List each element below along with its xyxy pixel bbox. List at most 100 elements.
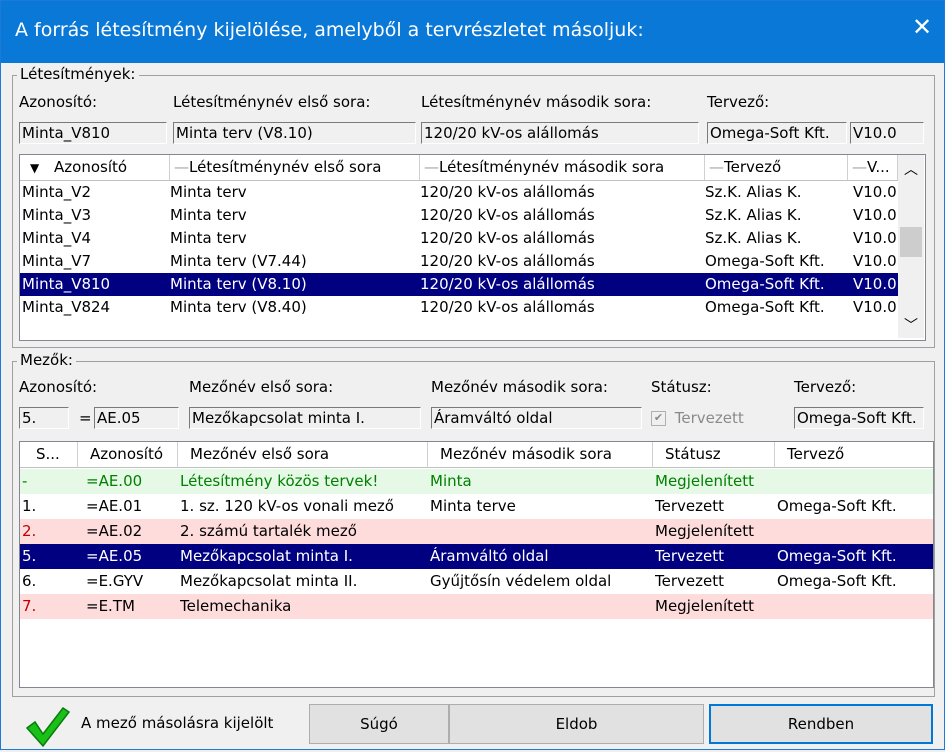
column-grip-icon: — — [424, 158, 439, 176]
facilities-col-name1[interactable]: —Létesítménynév első sora — [170, 155, 420, 181]
fields-col-name2-label: Mezőnév második sora — [440, 445, 612, 463]
field-cell — [777, 594, 929, 619]
facility-row[interactable]: Minta_V824 Minta terv (V8.40) 120/20 kV-os… — [20, 296, 898, 319]
facilities-col-version-label: V... — [867, 158, 890, 176]
help-button[interactable]: Súgó — [309, 704, 449, 744]
scroll-up-icon[interactable]: ︿ — [898, 159, 924, 179]
field-cell: - — [22, 472, 28, 490]
field-cell: =E.TM — [86, 597, 135, 615]
field-cell: =AE.00 — [86, 472, 143, 490]
facilities-group-label: Létesítmények: — [17, 65, 139, 83]
fields-col-id[interactable]: Azonosító — [78, 442, 178, 468]
fields-list[interactable]: S... Azonosító Mezőnév első sora Mezőnév… — [19, 441, 934, 688]
facility-row[interactable]: Minta_V7 Minta terv (V7.44) 120/20 kV-os a… — [20, 250, 898, 273]
fields-col-name1[interactable]: Mezőnév első sora — [178, 442, 428, 468]
field-cell: Minta — [430, 472, 472, 490]
facility-id-field[interactable]: Minta_V810 — [19, 122, 167, 144]
facility-cell: Minta_V4 — [22, 229, 91, 247]
facility-cell: V10.0 — [853, 252, 897, 270]
field-row[interactable]: 6. =E.GYV Mezőkapcsolat minta II. Gyűjtősín… — [20, 569, 933, 594]
facility-row[interactable]: Minta_V4 Minta terv 120/20 kV-os alállomás… — [20, 227, 898, 250]
column-grip-icon: — — [174, 158, 189, 176]
field-row[interactable]: 2. =AE.02 2. számú tartalék mező Megjelenít… — [20, 519, 933, 544]
field-status-label: Státusz: — [651, 378, 712, 396]
fields-col-status[interactable]: Státusz — [653, 442, 775, 468]
facilities-list[interactable]: ▼ Azonosító —Létesítménynév első sora —L… — [19, 154, 926, 341]
field-cell: Létesítmény közös tervek! — [180, 472, 379, 490]
dialog-title: A forrás létesítmény kijelölése, amelybő… — [15, 19, 644, 41]
field-name1-label: Mezőnév első sora: — [189, 378, 334, 396]
facility-cell: Minta terv — [170, 206, 247, 224]
facility-cell: V10.0 — [853, 275, 897, 293]
facility-designer-field[interactable]: Omega-Soft Kft. — [707, 122, 847, 144]
facilities-col-version[interactable]: —V... — [848, 155, 898, 181]
field-cell — [430, 594, 653, 619]
fields-col-designer[interactable]: Tervező — [775, 442, 933, 468]
facility-row[interactable]: Minta_V2 Minta terv 120/20 kV-os alállomás… — [20, 181, 898, 204]
facilities-col-designer[interactable]: —Tervező — [705, 155, 848, 181]
field-name1-field[interactable]: Mezőkapcsolat minta I. — [189, 407, 421, 429]
fields-col-id-label: Azonosító — [90, 445, 164, 463]
discard-button[interactable]: Eldob — [449, 704, 704, 744]
facility-cell: V10.0 — [853, 298, 897, 316]
field-cell: 1. — [22, 497, 37, 515]
facilities-col-name2[interactable]: —Létesítménynév második sora — [420, 155, 705, 181]
field-row[interactable]: 1. =AE.01 1. sz. 120 kV-os vonali mező Mint… — [20, 494, 933, 519]
ok-button[interactable]: Rendben — [709, 704, 933, 744]
field-code-field[interactable]: AE.05 — [94, 407, 179, 429]
field-cell: =E.GYV — [86, 572, 144, 590]
field-cell: Omega-Soft Kft. — [777, 547, 897, 565]
fields-col-name2[interactable]: Mezőnév második sora — [428, 442, 653, 468]
field-row[interactable]: - =AE.00 Létesítmény közös tervek! Minta Meg… — [20, 469, 933, 494]
field-status-value: Tervezett — [674, 409, 744, 427]
field-cell: Omega-Soft Kft. — [777, 572, 897, 590]
facility-cell: Minta terv (V8.40) — [170, 298, 307, 316]
facility-name2-field[interactable]: 120/20 kV-os alállomás — [421, 122, 699, 144]
facility-cell: V10.0 — [853, 229, 897, 247]
title-bar: A forrás létesítmény kijelölése, amelybő… — [1, 1, 944, 63]
field-cell — [777, 469, 929, 494]
facility-cell: Sz.K. Alias K. — [705, 206, 802, 224]
fields-col-s[interactable]: S... — [20, 442, 78, 468]
facilities-col-designer-label: Tervező — [724, 158, 782, 176]
fields-col-name1-label: Mezőnév első sora — [190, 445, 330, 463]
field-row[interactable]: 5. =AE.05 Mezőkapcsolat minta I. Áramváltó … — [20, 544, 933, 569]
facility-cell: 120/20 kV-os alállomás — [420, 229, 595, 247]
field-cell: 6. — [22, 572, 37, 590]
facility-cell: Minta_V3 — [22, 206, 91, 224]
checkbox-checked-icon: ✔ — [651, 411, 666, 426]
facility-cell: Minta terv (V7.44) — [170, 252, 307, 270]
field-status-checkbox[interactable]: ✔ Tervezett — [651, 409, 781, 429]
field-row[interactable]: 7. =E.TM Telemechanika Megjelenített — [20, 594, 933, 619]
close-icon[interactable]: ✕ — [908, 13, 936, 41]
facilities-scrollbar[interactable]: ︿ ﹀ — [898, 155, 924, 338]
scroll-down-icon[interactable]: ﹀ — [898, 315, 924, 335]
facility-cell: 120/20 kV-os alállomás — [420, 206, 595, 224]
field-cell: 5. — [22, 547, 37, 565]
field-designer-field[interactable]: Omega-Soft Kft. — [794, 407, 924, 429]
field-cell — [777, 519, 929, 544]
facility-cell: Minta terv — [170, 229, 247, 247]
field-cell: Gyűjtősín védelem oldal — [430, 572, 612, 590]
field-cell: Megjelenített — [655, 522, 755, 540]
field-eq-sign: = — [79, 409, 92, 427]
field-name2-field[interactable]: Áramváltó oldal — [431, 407, 642, 429]
field-cell: =AE.05 — [86, 547, 143, 565]
facilities-col-name2-label: Létesítménynév második sora — [439, 158, 665, 176]
facility-row[interactable]: Minta_V810 Minta terv (V8.10) 120/20 kV-os… — [20, 273, 898, 296]
facility-row[interactable]: Minta_V3 Minta terv 120/20 kV-os alállomás… — [20, 204, 898, 227]
field-name2-label: Mezőnév második sora: — [431, 378, 608, 396]
scroll-thumb[interactable] — [900, 227, 922, 257]
facility-version-field[interactable]: V10.0 — [850, 122, 924, 144]
facility-name2-label: Létesítménynév második sora: — [421, 93, 652, 111]
facility-cell: Minta terv — [170, 183, 247, 201]
field-num-field[interactable]: 5. — [19, 407, 69, 429]
field-cell: Mezőkapcsolat minta I. — [180, 547, 353, 565]
facilities-col-id[interactable]: ▼ Azonosító — [20, 155, 170, 181]
field-cell: 2. számú tartalék mező — [180, 522, 357, 540]
field-cell: Tervezett — [655, 497, 724, 515]
facility-cell: 120/20 kV-os alállomás — [420, 252, 595, 270]
check-icon — [23, 704, 71, 748]
facility-name1-field[interactable]: Minta terv (V8.10) — [173, 122, 416, 144]
column-grip-icon: — — [709, 158, 724, 176]
